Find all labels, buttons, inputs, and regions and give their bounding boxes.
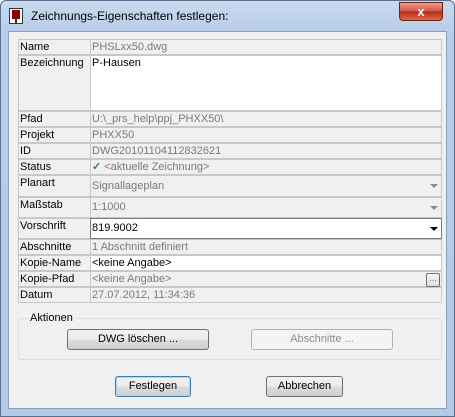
app-icon [9, 8, 23, 24]
chevron-down-icon [430, 184, 438, 188]
massstab-select: 1:1000 [90, 197, 442, 218]
aktionen-group: Aktionen DWG löschen ... Abschnitte ... [18, 312, 442, 360]
id-value: DWG20101104112832621 [90, 143, 442, 159]
status-text: <aktuelle Zeichnung> [104, 161, 210, 173]
title-bar[interactable]: Zeichnungs-Eigenschaften festlegen: x [1, 1, 454, 31]
row-id: ID DWG20101104112832621 [18, 143, 442, 159]
name-value: PHSLxx50.dwg [90, 39, 442, 55]
bezeichnung-label: Bezeichnung [18, 55, 90, 111]
dwg-loeschen-button[interactable]: DWG löschen ... [67, 329, 209, 350]
kopie-name-label: Kopie-Name [18, 255, 90, 271]
massstab-label: Maßstab [18, 197, 90, 218]
pfad-label: Pfad [18, 111, 90, 127]
abbrechen-button[interactable]: Abbrechen [266, 376, 343, 397]
row-pfad: Pfad U:\_prs_help\ppj_PHXX50\ [18, 111, 442, 127]
vorschrift-label: Vorschrift [18, 218, 90, 239]
row-name: Name PHSLxx50.dwg [18, 39, 442, 55]
datum-label: Datum [18, 287, 90, 303]
festlegen-button[interactable]: Festlegen [115, 376, 191, 397]
kopie-pfad-field: <keine Angabe> ... [90, 271, 442, 287]
row-kopie-name: Kopie-Name <keine Angabe> [18, 255, 442, 271]
massstab-value: 1:1000 [92, 201, 126, 213]
planart-select: Signallageplan [90, 175, 442, 197]
window-title: Zeichnungs-Eigenschaften festlegen: [31, 9, 229, 23]
chevron-down-icon [430, 206, 438, 210]
datum-value: 27.07.2012, 11:34:36 [90, 287, 442, 303]
row-massstab: Maßstab 1:1000 [18, 197, 442, 218]
row-kopie-pfad: Kopie-Pfad <keine Angabe> ... [18, 271, 442, 287]
row-vorschrift: Vorschrift 819.9002 [18, 218, 442, 239]
kopie-name-field[interactable]: <keine Angabe> [90, 255, 442, 271]
vorschrift-select[interactable]: 819.9002 [90, 218, 442, 239]
abschnitte-label: Abschnitte [18, 239, 90, 255]
status-label: Status [18, 159, 90, 175]
aktionen-label: Aktionen [27, 312, 76, 324]
row-bezeichnung: Bezeichnung P-Hausen [18, 55, 442, 111]
row-abschnitte: Abschnitte 1 Abschnitt definiert [18, 239, 442, 255]
name-label: Name [18, 39, 90, 55]
pfad-value: U:\_prs_help\ppj_PHXX50\ [90, 111, 442, 127]
kopie-pfad-value: <keine Angabe> [92, 273, 172, 285]
chevron-down-icon [430, 227, 438, 231]
browse-button[interactable]: ... [426, 273, 440, 287]
planart-value: Signallageplan [92, 180, 165, 192]
status-value: ✓ <aktuelle Zeichnung> [90, 159, 442, 175]
row-status: Status ✓ <aktuelle Zeichnung> [18, 159, 442, 175]
row-projekt: Projekt PHXX50 [18, 127, 442, 143]
planart-label: Planart [18, 175, 90, 197]
close-button[interactable]: x [399, 2, 443, 21]
dialog-content: Name PHSLxx50.dwg Bezeichnung P-Hausen P… [8, 31, 447, 409]
bezeichnung-field[interactable]: P-Hausen [90, 55, 442, 111]
row-datum: Datum 27.07.2012, 11:34:36 [18, 287, 442, 303]
dialog-window: Zeichnungs-Eigenschaften festlegen: x Na… [0, 0, 455, 417]
abschnitte-value: 1 Abschnitt definiert [90, 239, 442, 255]
row-planart: Planart Signallageplan [18, 175, 442, 197]
abschnitte-button[interactable]: Abschnitte ... [251, 329, 393, 350]
kopie-pfad-label: Kopie-Pfad [18, 271, 90, 287]
projekt-label: Projekt [18, 127, 90, 143]
projekt-value: PHXX50 [90, 127, 442, 143]
checkmark-icon: ✓ [92, 161, 102, 173]
id-label: ID [18, 143, 90, 159]
vorschrift-value: 819.9002 [92, 222, 138, 234]
